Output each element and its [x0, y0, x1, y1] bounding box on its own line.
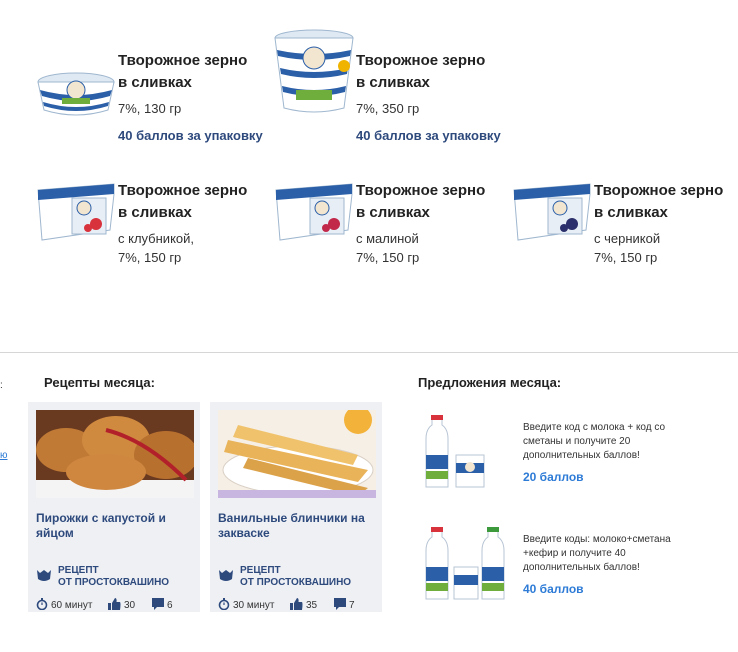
brand-cat-icon	[218, 567, 234, 588]
offer-image	[418, 415, 508, 491]
recipe-stats: 30 минут 35 7	[218, 597, 388, 613]
product-title: Творожное зерно в сливках	[356, 52, 486, 91]
thumbs-up-icon[interactable]	[108, 597, 121, 613]
product-card[interactable]: Творожное зерно в сливках с малиной 7%, …	[272, 180, 502, 290]
product-description: 7%, 350 гр	[356, 101, 420, 116]
offer-item[interactable]: Введите код с молока + код со сметаны и …	[418, 415, 718, 505]
likes-count: 30	[124, 599, 136, 611]
recipe-card[interactable]: Ванильные блинчики на закваске РЕЦЕПТ ОТ…	[210, 402, 382, 612]
comment-icon[interactable]	[334, 597, 346, 613]
section-divider	[0, 352, 738, 353]
product-description: с черникой 7%, 150 гр	[594, 231, 661, 265]
recipe-badge-text: РЕЦЕПТ ОТ ПРОСТОКВАШИНО	[58, 565, 170, 588]
stopwatch-icon	[36, 597, 48, 613]
product-description: с клубникой, 7%, 150 гр	[118, 231, 195, 265]
offer-image	[418, 527, 508, 603]
recipe-image	[218, 410, 376, 498]
stopwatch-icon	[218, 597, 230, 613]
brand-cat-icon	[36, 567, 52, 588]
product-image	[272, 28, 356, 118]
comments-count: 6	[167, 599, 173, 611]
offer-points-link[interactable]: 20 баллов	[523, 470, 584, 484]
recipe-card[interactable]: Пирожки с капустой и яйцом РЕЦЕПТ ОТ ПРО…	[28, 402, 200, 612]
product-points-link[interactable]: 40 баллов за упаковку	[118, 128, 268, 143]
product-description: 7%, 130 гр	[118, 101, 182, 116]
product-card[interactable]: Творожное зерно в сливках с клубникой, 7…	[34, 180, 264, 290]
product-image	[34, 180, 118, 264]
product-title: Творожное зерно в сливках	[118, 52, 248, 91]
product-description: с малиной 7%, 150 гр	[356, 231, 420, 265]
offer-text: Введите код с молока + код со сметаны и …	[523, 422, 666, 461]
thumbs-up-icon[interactable]	[290, 597, 303, 613]
product-points-link[interactable]: 40 баллов за упаковку	[356, 128, 506, 143]
recipe-name-link[interactable]: Ванильные блинчики на закваске	[218, 511, 376, 541]
product-title: Творожное зерно в сливках	[356, 182, 486, 221]
recipe-name-link[interactable]: Пирожки с капустой и яйцом	[36, 511, 194, 541]
recipe-badge-text: РЕЦЕПТ ОТ ПРОСТОКВАШИНО	[240, 565, 352, 588]
product-title: Творожное зерно в сливках	[594, 182, 724, 221]
offer-text: Введите коды: молоко+сметана +кефир и по…	[523, 534, 671, 573]
product-card[interactable]: Творожное зерно в сливках с черникой 7%,…	[510, 180, 738, 290]
product-card[interactable]: Творожное зерно в сливках 7%, 350 гр 40 …	[272, 29, 502, 160]
recipe-time: 30 минут	[233, 599, 275, 611]
comments-count: 7	[349, 599, 355, 611]
offers-title: Предложения месяца:	[418, 375, 562, 390]
left-column-link[interactable]: ю	[0, 450, 8, 461]
comment-icon[interactable]	[152, 597, 164, 613]
product-card[interactable]: Творожное зерно в сливках 7%, 130 гр 40 …	[34, 50, 264, 160]
recipe-badge: РЕЦЕПТ ОТ ПРОСТОКВАШИНО	[218, 565, 376, 591]
recipe-image	[36, 410, 194, 498]
product-image	[510, 180, 594, 264]
left-column-fragment: :	[0, 380, 3, 391]
recipes-title: Рецепты месяца:	[44, 375, 155, 390]
product-image	[272, 180, 356, 264]
offer-points-link[interactable]: 40 баллов	[523, 582, 584, 596]
likes-count: 35	[306, 599, 318, 611]
recipe-badge: РЕЦЕПТ ОТ ПРОСТОКВАШИНО	[36, 565, 194, 591]
recipe-stats: 60 минут 30 6	[36, 597, 206, 613]
recipe-time: 60 минут	[51, 599, 93, 611]
product-image	[34, 50, 118, 134]
product-title: Творожное зерно в сливках	[118, 182, 248, 221]
offer-item[interactable]: Введите коды: молоко+сметана +кефир и по…	[418, 527, 718, 617]
